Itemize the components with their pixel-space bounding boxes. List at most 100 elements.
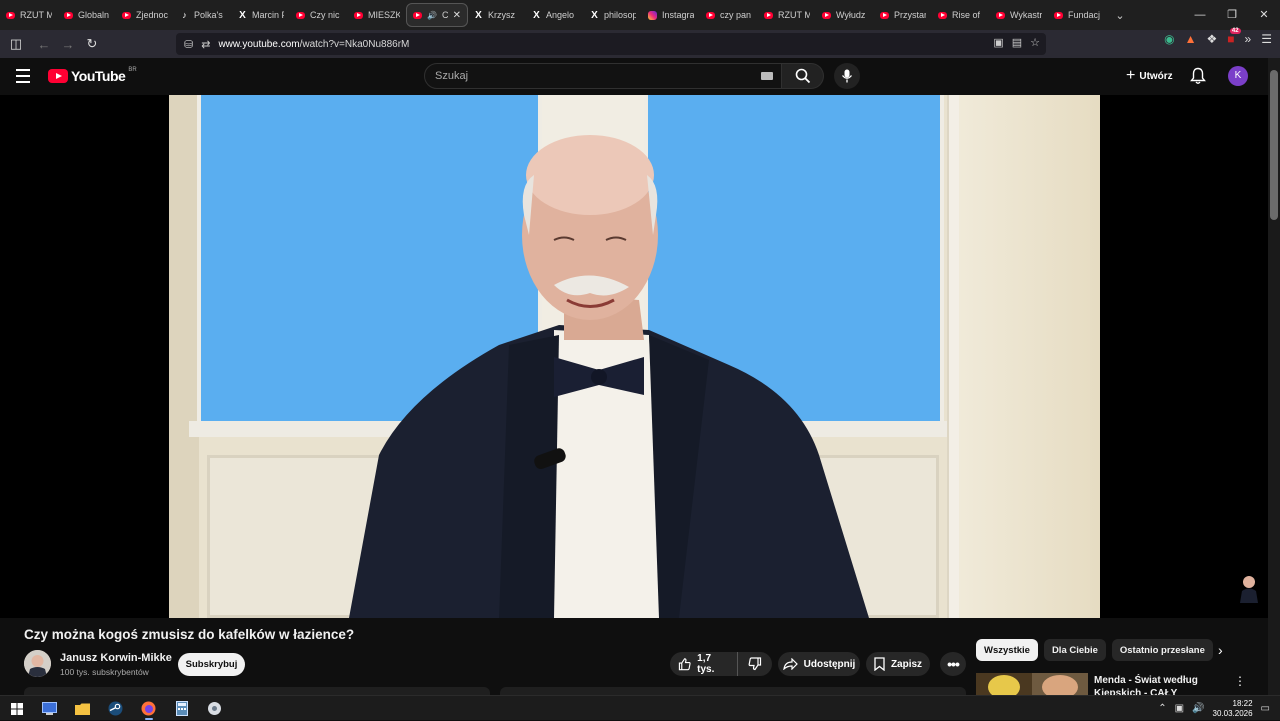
youtube-icon [996,11,1005,19]
youtube-icon [6,11,15,19]
browser-tab[interactable]: MIESZK [348,3,406,27]
volume-icon[interactable]: 🔊 [1192,703,1204,714]
chip-all[interactable]: Wszystkie [976,639,1038,661]
browser-tab[interactable]: Wyłudz [816,3,874,27]
windows-start-icon[interactable] [0,696,33,721]
tiktok-icon: ♪ [182,10,187,20]
shield-icon[interactable]: ⛁ [184,38,193,51]
more-horizontal-icon: ••• [947,656,960,672]
terminal-icon[interactable] [33,696,66,721]
restore-icon[interactable]: ❐ [1216,0,1248,30]
browser-tab[interactable]: ♪ Polka's [174,3,232,27]
more-actions-button[interactable]: ••• [940,652,966,676]
youtube-icon [822,11,831,19]
close-window-icon[interactable]: ✕ [1248,0,1280,30]
chips-next-chevron-icon[interactable]: › [1218,642,1223,658]
browser-tab[interactable]: Xphilosop [584,3,642,27]
calculator-icon[interactable] [165,696,198,721]
search-form: Szukaj [424,63,824,89]
youtube-logo[interactable]: YouTube BR [48,67,137,84]
comments-box[interactable] [500,687,966,695]
youtube-icon [1054,11,1063,19]
share-button[interactable]: Udostępnij [778,652,860,676]
recommended-thumbnail-image [976,673,1088,695]
scrollbar-thumb[interactable] [1270,70,1278,220]
page-scrollbar[interactable] [1268,58,1280,695]
keyboard-icon[interactable] [761,72,773,80]
clock[interactable]: 18:22 30.03.2026 [1213,699,1253,719]
account-avatar[interactable]: K [1228,66,1248,86]
save-button[interactable]: Zapisz [866,652,930,676]
chip-recently-uploaded[interactable]: Ostatnio przesłane [1111,639,1213,661]
tray-chevron-icon[interactable]: ⌃ [1158,703,1166,714]
settings-app-icon[interactable] [198,696,231,721]
minimize-icon[interactable]: — [1184,0,1216,30]
browser-tab[interactable]: X Krzysz [468,3,526,27]
bookmark-star-icon[interactable]: ☆ [1030,36,1040,49]
extensions-icon[interactable]: ❖ [1207,32,1218,46]
browser-tab[interactable]: czy pan [700,3,758,27]
browser-tab[interactable]: Wykastr [990,3,1048,27]
youtube-play-icon [48,69,68,83]
voice-search-button[interactable] [834,63,860,89]
like-dislike-group: 1,7 tys. [670,652,772,676]
system-tray: ⌃ ▣ 🔊 18:22 30.03.2026 ▭ [1158,696,1270,721]
browser-tab[interactable]: Czy nic [290,3,348,27]
menu-icon[interactable]: ☰ [1261,32,1272,46]
picture-in-picture-icon[interactable]: ▣ [993,36,1003,49]
video-player[interactable] [0,95,1268,618]
reader-view-icon[interactable]: ▤ [1012,36,1022,49]
clock-date: 30.03.2026 [1212,708,1253,718]
channel-name[interactable]: Janusz Korwin-Mikke [60,652,172,664]
recommended-menu-icon[interactable]: ⋮ [1234,674,1246,688]
tab-list-chevron-icon[interactable]: ⌄ [1106,9,1134,22]
url-text[interactable]: www.youtube.com/watch?v=Nka0Nu886rM [218,39,409,50]
dislike-button[interactable] [738,657,772,671]
forward-icon[interactable]: → [56,32,80,56]
back-icon[interactable]: ← [32,32,56,56]
tab-label: Angelo [546,10,575,20]
browser-tab[interactable]: X Angelo [526,3,584,27]
address-bar[interactable]: ⛁ ⇄ www.youtube.com/watch?v=Nka0Nu886rM … [176,33,1046,55]
reload-icon[interactable]: ↻ [80,32,104,56]
recommended-title[interactable]: Menda - Świat według Kiepskich - CAŁY OD… [1094,674,1212,695]
search-button[interactable] [782,63,824,89]
browser-tab[interactable]: Instagra [642,3,700,27]
fox-extension-icon[interactable]: ▲ [1185,32,1197,46]
browser-tab[interactable]: Zjednoc [116,3,174,27]
hamburger-menu-icon[interactable] [16,69,30,87]
like-button[interactable]: 1,7 tys. [670,652,738,676]
notifications-bell-icon[interactable] [1190,67,1206,90]
create-label: Utwórz [1139,70,1173,82]
chip-for-you[interactable]: Dla Ciebie [1043,639,1106,661]
tab-audio-icon[interactable]: 🔊 [427,11,437,20]
create-button[interactable]: + Utwórz [1120,64,1179,88]
description-box[interactable] [24,687,490,695]
firefox-icon[interactable] [132,696,165,721]
browser-tab[interactable]: Przystan [874,3,932,27]
subscribe-button[interactable]: Subskrybuj [178,653,245,676]
network-icon[interactable]: ▣ [1175,703,1184,714]
channel-avatar[interactable] [24,650,51,677]
browser-tab[interactable]: Globaln [58,3,116,27]
recommended-thumbnail[interactable] [976,673,1088,695]
browser-tab[interactable]: Rise of [932,3,990,27]
browser-tab[interactable]: Fundacj [1048,3,1106,27]
tab-label: Fundacj [1068,10,1100,20]
ublock-icon[interactable]: ■ 42 [1227,28,1241,46]
search-input[interactable]: Szukaj [424,63,782,89]
steam-icon[interactable] [99,696,132,721]
close-tab-icon[interactable]: ✕ [453,10,461,21]
browser-tab[interactable]: X Marcin P [232,3,290,27]
browser-tab[interactable]: RZUT M [758,3,816,27]
notifications-icon[interactable]: ▭ [1261,703,1270,714]
channel-watermark[interactable] [1238,573,1260,603]
site-info-icon[interactable]: ⇄ [201,38,210,51]
browser-tab-active[interactable]: 🔊 Czy ✕ [406,3,468,27]
overflow-chevron-icon[interactable]: » [1245,32,1252,46]
vpn-extension-icon[interactable]: ◉ [1164,32,1174,46]
browser-tab[interactable]: RZUT M [0,3,58,27]
file-explorer-icon[interactable] [66,696,99,721]
x-icon: X [239,9,246,21]
sidebar-toggle-icon[interactable]: ◫ [4,32,28,56]
